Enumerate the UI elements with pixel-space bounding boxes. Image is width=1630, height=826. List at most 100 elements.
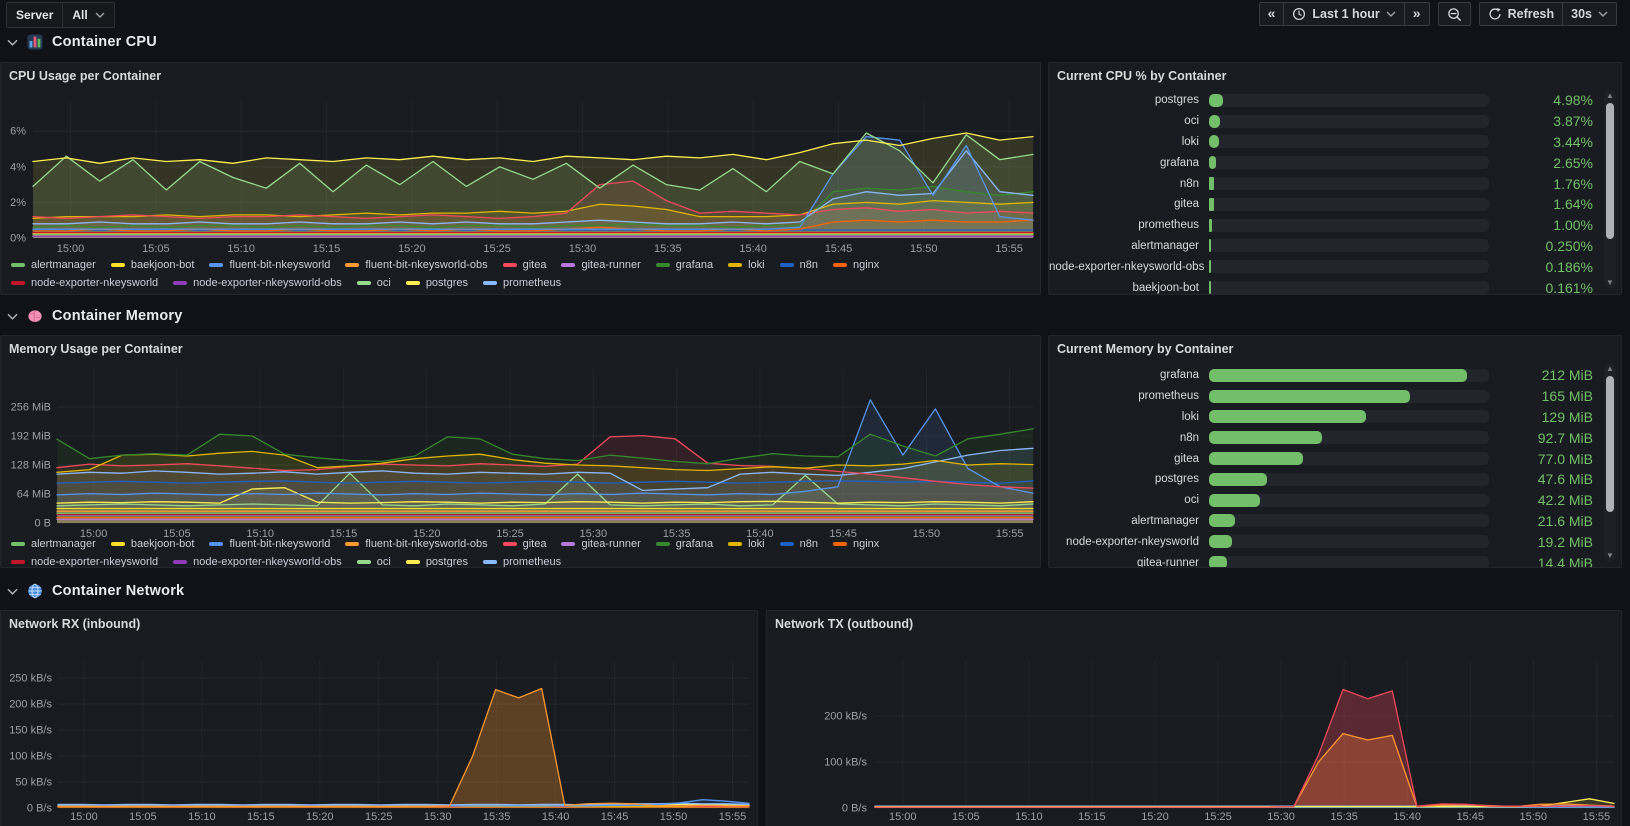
legend-label: node-exporter-nkeysworld — [31, 277, 158, 289]
scroll-up-icon[interactable]: ▲ — [1604, 91, 1616, 101]
gauge-value: 77.0 MiB — [1489, 451, 1621, 467]
panel-title[interactable]: Current CPU % by Container — [1057, 69, 1226, 83]
gauge-value: 0.161% — [1489, 280, 1621, 295]
scroll-down-icon[interactable]: ▼ — [1604, 551, 1616, 561]
memory-usage-chart[interactable]: 0 B64 MiB128 MiB192 MiB256 MiB15:0015:05… — [1, 336, 1040, 567]
refresh-interval-dropdown[interactable]: 30s — [1562, 2, 1617, 26]
legend-item-alertmanager[interactable]: alertmanager — [11, 538, 96, 550]
legend-item-node-exporter-nkeysworld[interactable]: node-exporter-nkeysworld — [11, 556, 158, 568]
x-axis-tick-label: 15:50 — [1520, 811, 1548, 823]
legend-item-postgres[interactable]: postgres — [406, 556, 468, 568]
gauge-row-label: grafana — [1049, 157, 1209, 169]
section-row-memory[interactable]: Container Memory — [7, 305, 183, 327]
network-rx-chart[interactable]: 0 B/s50 kB/s100 kB/s150 kB/s200 kB/s250 … — [1, 611, 757, 826]
scroll-down-icon[interactable]: ▼ — [1604, 278, 1616, 288]
y-axis-tick-label: 192 MiB — [11, 431, 51, 443]
legend-item-n8n[interactable]: n8n — [780, 538, 818, 550]
panel-title[interactable]: Memory Usage per Container — [9, 342, 183, 356]
legend-item-gitea[interactable]: gitea — [503, 259, 547, 271]
panel-network-rx: Network RX (inbound) 0 B/s50 kB/s100 kB/… — [0, 610, 758, 826]
legend-item-n8n[interactable]: n8n — [780, 259, 818, 271]
gauge-value: 1.76% — [1489, 176, 1621, 192]
gauge-row-prometheus: prometheus165 MiB — [1049, 386, 1621, 407]
legend-item-loki[interactable]: loki — [728, 538, 765, 550]
legend-item-grafana[interactable]: grafana — [656, 538, 713, 550]
legend-item-node-exporter-nkeysworld-obs[interactable]: node-exporter-nkeysworld-obs — [173, 277, 342, 289]
legend-item-nginx[interactable]: nginx — [833, 538, 879, 550]
scrollbar-thumb[interactable] — [1606, 103, 1614, 239]
gauge-row-postgres: postgres4.98% — [1049, 90, 1621, 111]
legend-item-baekjoon-bot[interactable]: baekjoon-bot — [111, 538, 195, 550]
server-variable-dropdown[interactable]: All — [63, 3, 113, 27]
legend-item-prometheus[interactable]: prometheus — [483, 277, 561, 289]
legend-item-nginx[interactable]: nginx — [833, 259, 879, 271]
x-axis-tick-label: 15:35 — [654, 243, 682, 255]
legend-label: prometheus — [503, 556, 561, 568]
gauge-track — [1209, 390, 1489, 403]
legend-label: baekjoon-bot — [131, 259, 195, 271]
panel-title[interactable]: Network TX (outbound) — [775, 617, 913, 631]
legend-item-oci[interactable]: oci — [357, 556, 391, 568]
network-tx-chart[interactable]: 0 B/s100 kB/s200 kB/s15:0015:0515:1015:1… — [767, 611, 1621, 826]
legend-item-fluent-bit-nkeysworld-obs[interactable]: fluent-bit-nkeysworld-obs — [345, 538, 487, 550]
time-shift-forward-button[interactable]: » — [1404, 2, 1430, 26]
collapse-chevron-icon — [7, 588, 18, 595]
x-axis-tick-label: 15:25 — [365, 811, 393, 823]
zoom-out-button[interactable] — [1438, 2, 1471, 26]
panel-network-tx: Network TX (outbound) 0 B/s100 kB/s200 k… — [766, 610, 1622, 826]
y-axis-tick-label: 250 kB/s — [9, 673, 52, 685]
panel-title[interactable]: Current Memory by Container — [1057, 342, 1233, 356]
scrollbar[interactable]: ▲ ▼ — [1604, 90, 1616, 289]
gauge-bar — [1209, 177, 1214, 190]
gauge-bar — [1209, 115, 1220, 128]
gauge-row-label: loki — [1049, 136, 1209, 148]
y-axis-tick-label: 200 kB/s — [9, 699, 52, 711]
legend-item-fluent-bit-nkeysworld[interactable]: fluent-bit-nkeysworld — [209, 259, 330, 271]
scroll-up-icon[interactable]: ▲ — [1604, 364, 1616, 374]
gauge-bar — [1209, 198, 1214, 211]
globe-icon — [27, 583, 43, 599]
gauge-track — [1209, 494, 1489, 507]
section-row-network[interactable]: Container Network — [7, 580, 184, 602]
time-toolbar: « Last 1 hour » — [1259, 2, 1617, 26]
chevron-down-icon — [1386, 11, 1396, 17]
legend-item-oci[interactable]: oci — [357, 277, 391, 289]
legend-item-grafana[interactable]: grafana — [656, 259, 713, 271]
panel-title[interactable]: Network RX (inbound) — [9, 617, 140, 631]
legend-swatch-icon — [345, 542, 359, 546]
section-row-cpu[interactable]: Container CPU — [7, 31, 157, 53]
bar-chart-icon — [27, 34, 43, 50]
time-shift-back-button[interactable]: « — [1259, 2, 1285, 26]
gauge-track — [1209, 198, 1489, 211]
refresh-button[interactable]: Refresh — [1479, 2, 1564, 26]
legend-item-gitea-runner[interactable]: gitea-runner — [561, 259, 640, 271]
scrollbar-thumb[interactable] — [1606, 376, 1614, 512]
legend-item-node-exporter-nkeysworld-obs[interactable]: node-exporter-nkeysworld-obs — [173, 556, 342, 568]
legend-item-postgres[interactable]: postgres — [406, 277, 468, 289]
gauge-value: 3.44% — [1489, 134, 1621, 150]
legend-label: fluent-bit-nkeysworld-obs — [365, 538, 487, 550]
gauge-track — [1209, 115, 1489, 128]
legend-label: gitea-runner — [581, 259, 640, 271]
gauge-row-label: baekjoon-bot — [1049, 282, 1209, 294]
gauge-bar — [1209, 281, 1211, 294]
x-axis-tick-label: 15:30 — [569, 243, 597, 255]
legend-item-gitea[interactable]: gitea — [503, 538, 547, 550]
section-title-cpu: Container CPU — [52, 34, 157, 50]
legend-item-alertmanager[interactable]: alertmanager — [11, 259, 96, 271]
legend-item-gitea-runner[interactable]: gitea-runner — [561, 538, 640, 550]
legend-item-fluent-bit-nkeysworld[interactable]: fluent-bit-nkeysworld — [209, 538, 330, 550]
legend-item-loki[interactable]: loki — [728, 259, 765, 271]
scrollbar[interactable]: ▲ ▼ — [1604, 363, 1616, 562]
legend-item-fluent-bit-nkeysworld-obs[interactable]: fluent-bit-nkeysworld-obs — [345, 259, 487, 271]
gauge-row-label: n8n — [1049, 178, 1209, 190]
panel-title[interactable]: CPU Usage per Container — [9, 69, 161, 83]
legend-label: oci — [377, 556, 391, 568]
time-range-picker[interactable]: Last 1 hour — [1283, 2, 1404, 26]
legend-item-node-exporter-nkeysworld[interactable]: node-exporter-nkeysworld — [11, 277, 158, 289]
gauge-row-oci: oci3.87% — [1049, 111, 1621, 132]
x-axis-tick-label: 15:05 — [129, 811, 157, 823]
legend-item-prometheus[interactable]: prometheus — [483, 556, 561, 568]
legend-item-baekjoon-bot[interactable]: baekjoon-bot — [111, 259, 195, 271]
panel-cpu-usage: CPU Usage per Container 0%2%4%6%15:0015:… — [0, 62, 1041, 295]
